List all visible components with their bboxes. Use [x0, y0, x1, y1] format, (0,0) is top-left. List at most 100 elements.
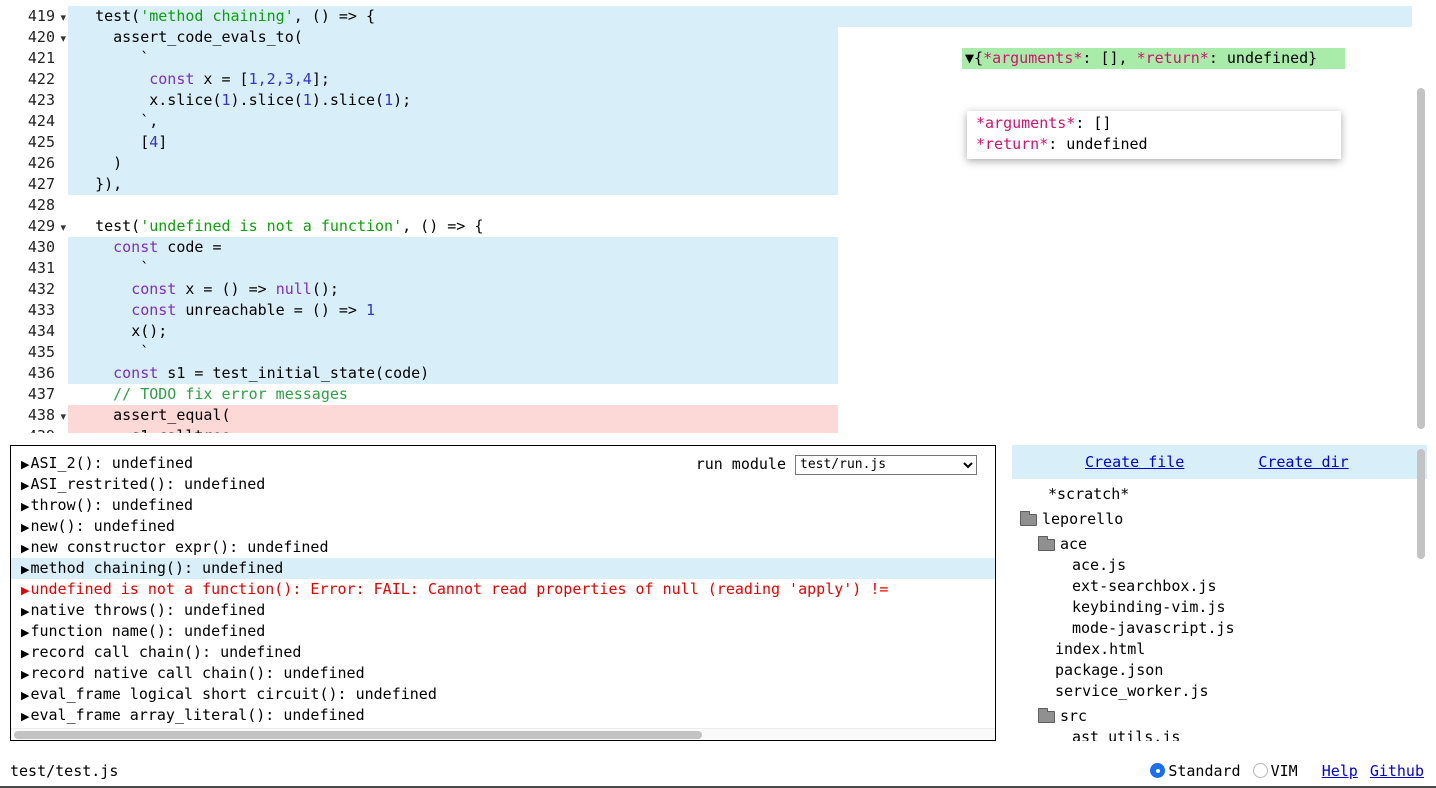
editor-line[interactable]: 433 const unreachable = () => 1	[0, 300, 1436, 321]
gutter-line-number[interactable]: 438▾	[0, 405, 68, 426]
editor-line[interactable]: 437 // TODO fix error messages	[0, 384, 1436, 405]
gutter-line-number[interactable]: 425	[0, 132, 68, 153]
gutter-line-number[interactable]: 422	[0, 69, 68, 90]
file-tree-label: ext-searchbox.js	[1072, 576, 1217, 597]
fold-arrow-icon[interactable]: ▾	[60, 406, 66, 427]
fold-arrow-icon[interactable]: ▾	[60, 28, 66, 49]
gutter-line-number[interactable]: 433	[0, 300, 68, 321]
test-result-row[interactable]: ▶new(): undefined	[11, 516, 995, 537]
line-number: 420	[28, 27, 55, 48]
test-result-row[interactable]: ▶undefined is not a function(): Error: F…	[11, 579, 995, 600]
gutter-line-number[interactable]: 427	[0, 174, 68, 195]
expand-triangle-icon[interactable]: ▶	[21, 605, 29, 618]
console-hscrollbar-thumb[interactable]	[14, 731, 702, 739]
editor-scrollbar[interactable]	[1417, 88, 1425, 429]
expand-triangle-icon[interactable]: ▶	[21, 689, 29, 702]
gutter-line-number[interactable]: 436	[0, 363, 68, 384]
files-scrollbar[interactable]	[1417, 449, 1425, 559]
file-tree-item[interactable]: *scratch*	[1012, 484, 1427, 505]
line-number: 434	[28, 321, 55, 342]
file-tree-item[interactable]: ast_utils.js	[1012, 727, 1427, 741]
test-result-row[interactable]: ▶throw(): undefined	[11, 495, 995, 516]
file-tree-item[interactable]: service_worker.js	[1012, 681, 1427, 702]
editor-line[interactable]: 431 `	[0, 258, 1436, 279]
file-tree-label: ast_utils.js	[1072, 727, 1180, 741]
test-result-row[interactable]: ▶eval_frame logical short circuit(): und…	[11, 684, 995, 705]
help-link[interactable]: Help	[1322, 762, 1358, 780]
editor-line[interactable]: 432 const x = () => null();	[0, 279, 1436, 300]
gutter-line-number[interactable]: 437	[0, 384, 68, 405]
test-result-row[interactable]: ▶ASI_restrited(): undefined	[11, 474, 995, 495]
file-tree-folder[interactable]: leporello	[1012, 509, 1427, 530]
file-tree-folder[interactable]: src	[1012, 706, 1427, 727]
file-tree-item[interactable]: mode-javascript.js	[1012, 618, 1427, 639]
expand-triangle-icon[interactable]: ▶	[21, 479, 29, 492]
file-tree-item[interactable]: ext-searchbox.js	[1012, 576, 1427, 597]
file-tree-item[interactable]: package.json	[1012, 660, 1427, 681]
editor-line[interactable]: 438▾ assert_equal(	[0, 405, 1436, 426]
line-number: 428	[28, 195, 55, 216]
gutter-line-number[interactable]: 432	[0, 279, 68, 300]
file-tree-item[interactable]: ace.js	[1012, 555, 1427, 576]
radio-vim[interactable]	[1253, 763, 1268, 778]
gutter-line-number[interactable]: 435	[0, 342, 68, 363]
gutter-line-number[interactable]: 439	[0, 426, 68, 433]
gutter-line-number[interactable]: 419▾	[0, 6, 68, 27]
gutter-line-number[interactable]: 428	[0, 195, 68, 216]
radio-label-vim[interactable]: VIM	[1271, 762, 1298, 780]
test-result-row[interactable]: ▶native throws(): undefined	[11, 600, 995, 621]
expand-triangle-icon[interactable]: ▶	[21, 668, 29, 681]
radio-label-standard[interactable]: Standard	[1168, 762, 1240, 780]
create-dir-link[interactable]: Create dir	[1258, 452, 1348, 473]
editor-line[interactable]: 439 s1.calltree	[0, 426, 1436, 433]
expand-triangle-icon[interactable]: ▶	[21, 626, 29, 639]
radio-standard[interactable]	[1150, 763, 1165, 778]
editor-line[interactable]: 430 const code =	[0, 237, 1436, 258]
gutter-line-number[interactable]: 426	[0, 153, 68, 174]
gutter-line-number[interactable]: 431	[0, 258, 68, 279]
expand-triangle-icon[interactable]: ▶	[21, 500, 29, 513]
file-tree-label: service_worker.js	[1055, 681, 1209, 702]
editor-line[interactable]: 434 x();	[0, 321, 1436, 342]
editor-line[interactable]: 436 const s1 = test_initial_state(code)	[0, 363, 1436, 384]
module-select[interactable]: test/run.js	[795, 455, 977, 475]
file-tree-label: leporello	[1042, 509, 1123, 530]
test-result-row[interactable]: ▶function name(): undefined	[11, 621, 995, 642]
expand-triangle-icon[interactable]: ▶	[21, 542, 29, 555]
console-hscrollbar[interactable]	[11, 728, 995, 740]
test-results-list: ▶ASI_2(): undefined▶ASI_restrited(): und…	[11, 453, 995, 726]
editor-line[interactable]: 429▾ test('undefined is not a function',…	[0, 216, 1436, 237]
code-text: }),	[77, 174, 122, 195]
gutter-line-number[interactable]: 424	[0, 111, 68, 132]
gutter-line-number[interactable]: 423	[0, 90, 68, 111]
eval-tooltip-header[interactable]: ▼{*arguments*: [], *return*: undefined}	[962, 48, 1345, 69]
test-result-row[interactable]: ▶eval_frame array_literal(): undefined	[11, 705, 995, 726]
file-tree-folder[interactable]: ace	[1012, 534, 1427, 555]
gutter-line-number[interactable]: 421	[0, 48, 68, 69]
gutter-line-number[interactable]: 434	[0, 321, 68, 342]
status-bar: test/test.js StandardVIM HelpGithub	[0, 755, 1436, 788]
code-text: x.slice(1).slice(1).slice(1);	[77, 90, 411, 111]
expand-triangle-icon[interactable]: ▶	[21, 563, 29, 576]
fold-arrow-icon[interactable]: ▾	[60, 217, 66, 238]
gutter-line-number[interactable]: 420▾	[0, 27, 68, 48]
test-result-row[interactable]: ▶record call chain(): undefined	[11, 642, 995, 663]
editor-line[interactable]: 435 `	[0, 342, 1436, 363]
fold-arrow-icon[interactable]: ▾	[60, 7, 66, 28]
test-result-row[interactable]: ▶method chaining(): undefined	[11, 558, 995, 579]
file-tree-item[interactable]: index.html	[1012, 639, 1427, 660]
expand-triangle-icon[interactable]: ▶	[21, 710, 29, 723]
file-tree-item[interactable]: keybinding-vim.js	[1012, 597, 1427, 618]
expand-triangle-icon[interactable]: ▶	[21, 521, 29, 534]
test-result-row[interactable]: ▶record native call chain(): undefined	[11, 663, 995, 684]
expand-triangle-icon[interactable]: ▶	[21, 458, 29, 471]
statusbar-right: Standard VIM Help Github	[1150, 762, 1424, 780]
github-link[interactable]: Github	[1370, 762, 1424, 780]
create-file-link[interactable]: Create file	[1085, 452, 1184, 473]
code-editor[interactable]: 419▾ test('method chaining', () => {420▾…	[0, 0, 1436, 433]
expand-triangle-icon[interactable]: ▶	[21, 584, 29, 597]
expand-triangle-icon[interactable]: ▶	[21, 647, 29, 660]
test-result-row[interactable]: ▶new constructor expr(): undefined	[11, 537, 995, 558]
gutter-line-number[interactable]: 430	[0, 237, 68, 258]
gutter-line-number[interactable]: 429▾	[0, 216, 68, 237]
